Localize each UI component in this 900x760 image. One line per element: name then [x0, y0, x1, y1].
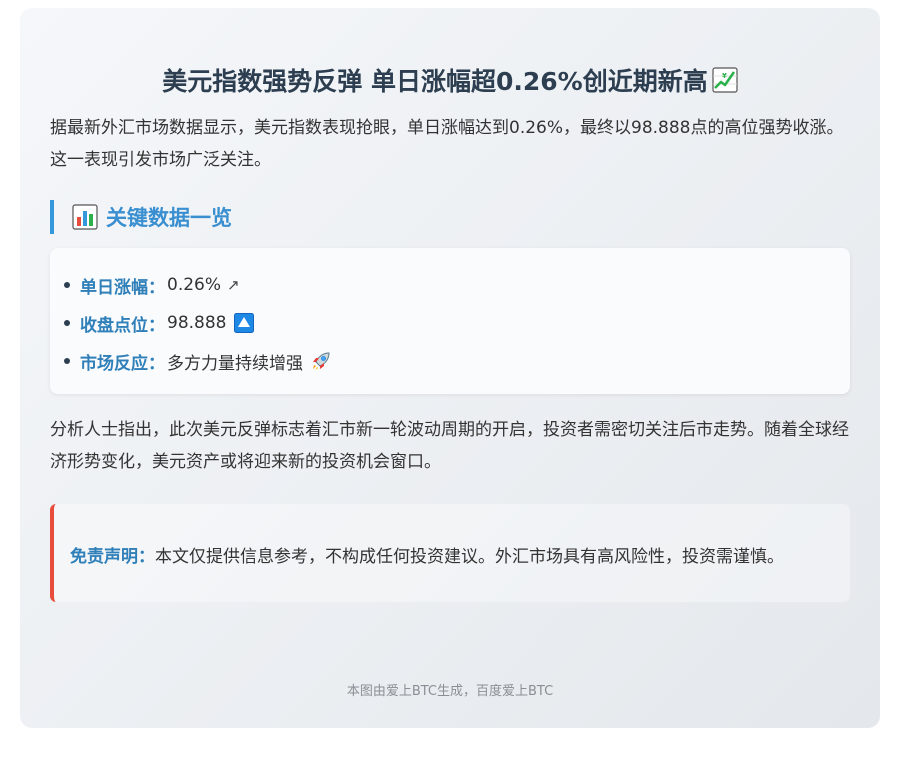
svg-text:¥: ¥ [722, 72, 727, 80]
chart-increasing-icon: ¥ [712, 67, 738, 93]
bullet [64, 282, 70, 288]
footer-credit: 本图由爱上BTC生成，百度爱上BTC [346, 684, 554, 699]
list-item: 单日涨幅： 0.26% ↗ [64, 266, 840, 304]
data-label: 收盘点位： [80, 315, 165, 336]
bullet [64, 320, 70, 326]
disclaimer-text: 本文仅提供信息参考，不构成任何投资建议。外汇市场具有高风险性，投资需谨慎。 [155, 547, 784, 567]
disclaimer-box: 免责声明：本文仅提供信息参考，不构成任何投资建议。外汇市场具有高风险性，投资需谨… [50, 504, 850, 602]
section-heading-text: 关键数据一览 [106, 206, 232, 230]
list-item: 收盘点位： 98.888 [64, 304, 840, 342]
data-label: 市场反应： [80, 353, 165, 374]
list-item: 市场反应： 多方力量持续增强 [64, 342, 840, 380]
data-label: 单日涨幅： [80, 277, 165, 298]
data-value: 多方力量持续增强 [167, 353, 303, 374]
disclaimer-label: 免责声明： [70, 547, 155, 567]
bar-chart-icon [72, 204, 98, 230]
rocket-icon [313, 352, 330, 370]
arrow-up-right-icon: ↗ [227, 276, 240, 294]
bullet [64, 358, 70, 364]
article-title: 美元指数强势反弹 单日涨幅超0.26%创近期新高 ¥ [50, 8, 850, 100]
article-card: 美元指数强势反弹 单日涨幅超0.26%创近期新高 ¥ 据最新外汇市场数据显示，美… [20, 8, 880, 728]
intro-paragraph: 据最新外汇市场数据显示，美元指数表现抢眼，单日涨幅达到0.26%，最终以98.8… [50, 118, 844, 170]
up-button-icon [234, 313, 255, 333]
section-heading: 关键数据一览 [50, 200, 850, 234]
data-value: 98.888 [167, 313, 227, 333]
key-data-list: 单日涨幅： 0.26% ↗ 收盘点位： 98.888 市场反应： 多方力量持续增… [64, 266, 840, 380]
key-data-box: 单日涨幅： 0.26% ↗ 收盘点位： 98.888 市场反应： 多方力量持续增… [50, 248, 850, 394]
data-value: 0.26% [167, 275, 222, 295]
analysis-paragraph: 分析人士指出，此次美元反弹标志着汇市新一轮波动周期的开启，投资者需密切关注后市走… [50, 420, 849, 472]
article-title-text: 美元指数强势反弹 单日涨幅超0.26%创近期新高 [162, 67, 708, 96]
